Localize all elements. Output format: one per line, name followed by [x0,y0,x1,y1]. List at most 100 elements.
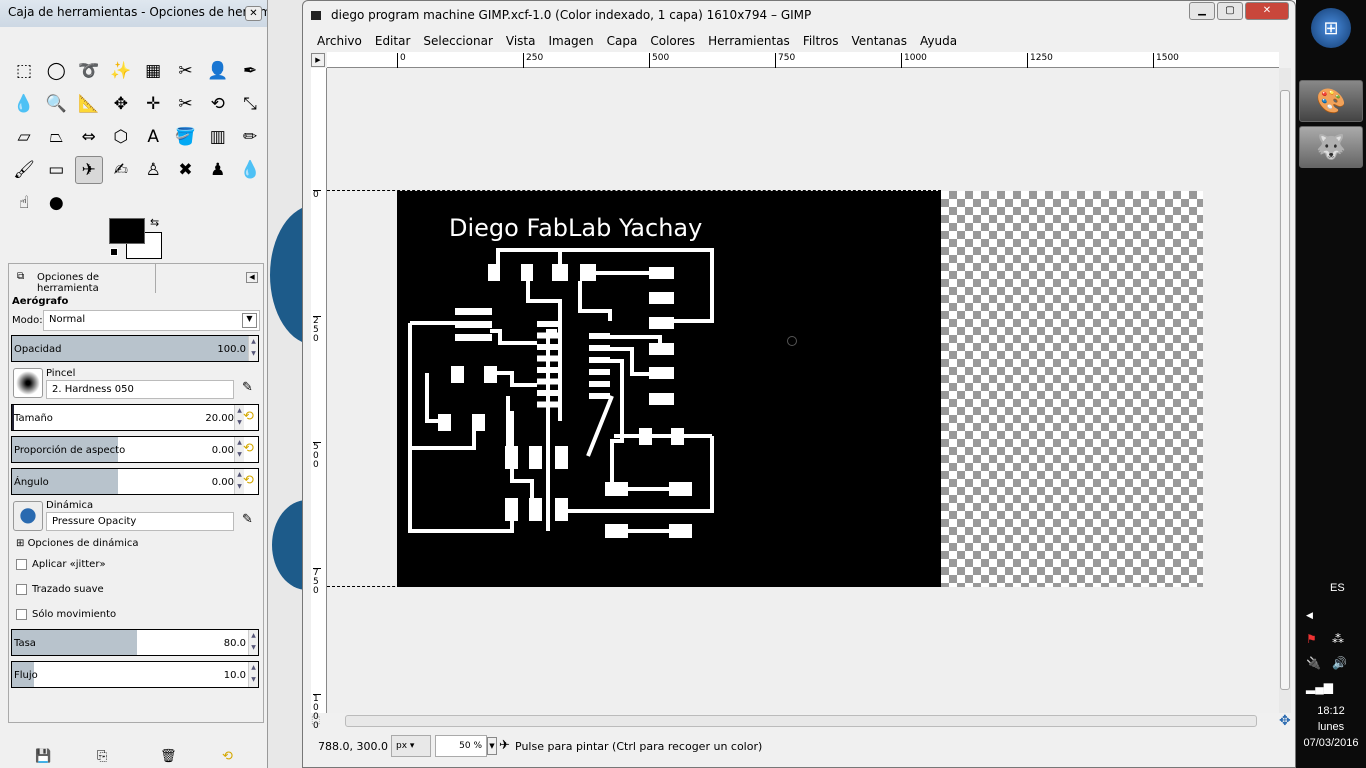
vertical-scrollbar[interactable] [1279,68,1291,713]
restore-options-icon[interactable]: ⎘ [97,749,107,764]
minimize-button[interactable]: ▁ [1189,2,1215,20]
save-options-icon[interactable]: 💾 [35,749,51,764]
foreground-color-swatch[interactable] [109,218,145,244]
tool-paths[interactable]: ✒ [236,57,264,85]
panel-menu-icon[interactable]: ◀ [246,272,258,283]
reset-icon[interactable]: ⟲ [243,474,257,488]
tool-scissors[interactable]: ✂ [172,57,200,85]
menu-editar[interactable]: Editar [369,32,418,51]
tool-blur-sharpen[interactable]: 💧 [236,156,264,184]
tool-ellipse-select[interactable]: ◯ [42,57,70,85]
reset-icon[interactable]: ⟲ [243,442,257,456]
spin-arrows[interactable]: ▲ ▼ [248,630,258,655]
quick-mask-icon[interactable]: ⬚ [311,715,320,726]
tool-rect-select[interactable]: ⬚ [10,57,38,85]
tool-crop[interactable]: ✂ [172,90,200,118]
jitter-checkbox[interactable] [16,559,27,570]
wifi-signal-icon[interactable]: ▂▄▆ [1306,680,1333,694]
tab-tool-options[interactable]: ⧉ Opciones de herramienta [8,263,156,294]
rate-slider[interactable]: Tasa 80.0 ▲ ▼ [11,629,259,656]
tool-pencil[interactable]: ✏ [236,123,264,151]
tool-ink[interactable]: ✍ [107,156,135,184]
menu-vista[interactable]: Vista [500,32,543,51]
tool-bucket-fill[interactable]: 🪣 [172,123,200,151]
default-colors-icon[interactable] [110,248,118,256]
taskbar-paint-button[interactable]: 🎨 [1299,80,1363,122]
tool-paintbrush[interactable]: 🖌 [10,156,38,184]
tool-free-select[interactable]: ➰ [75,57,103,85]
edit-dynamics-icon[interactable]: ✎ [242,512,253,527]
menu-imagen[interactable]: Imagen [542,32,600,51]
angle-slider[interactable]: Ángulo 0.00 ▲ ▼ [11,468,259,495]
action-center-icon[interactable]: ⚑ [1306,632,1317,646]
tool-heal[interactable]: ✖ [172,156,200,184]
spin-arrows[interactable]: ▲ ▼ [248,662,258,687]
tool-eraser[interactable]: ▭ [42,156,70,184]
menu-colores[interactable]: Colores [644,32,702,51]
show-hidden-icons[interactable]: ◀ [1306,610,1313,621]
brush-preview[interactable] [13,368,43,398]
tool-airbrush[interactable]: ✈ [74,156,103,184]
tool-blend[interactable]: ▥ [204,123,232,151]
menu-capa[interactable]: Capa [601,32,645,51]
menu-archivo[interactable]: Archivo [311,32,369,51]
tool-select-by-color[interactable]: ▦ [139,57,167,85]
tool-align[interactable]: ✛ [139,90,167,118]
navigate-icon[interactable]: ✥ [1279,713,1291,729]
power-icon[interactable]: 🔌 [1306,656,1321,670]
smooth-checkbox[interactable] [16,584,27,595]
mode-select[interactable]: Normal ▼ [43,310,260,331]
menu-ayuda[interactable]: Ayuda [914,32,964,51]
language-indicator[interactable]: ES [1330,582,1345,594]
maximize-button[interactable]: ▢ [1217,2,1243,20]
tool-perspective-clone[interactable]: ♟ [204,156,232,184]
tool-scale[interactable]: ⤡ [236,90,264,118]
opacity-slider[interactable]: Opacidad 100.0 ▲ ▼ [11,335,259,362]
network-sync-icon[interactable]: ⁂ [1332,632,1344,646]
tool-dodge-burn[interactable]: ● [42,189,70,217]
start-button[interactable]: ⊞ [1311,8,1351,48]
edit-brush-icon[interactable]: ✎ [242,380,253,395]
tool-color-picker[interactable]: 💧 [10,90,38,118]
swap-colors-icon[interactable]: ⇆ [150,216,159,229]
dynamics-options-expander[interactable]: ⊞ Opciones de dinámica [16,538,138,549]
chevron-down-icon[interactable]: ▼ [487,737,497,755]
tool-move[interactable]: ✥ [107,90,135,118]
tool-rotate[interactable]: ⟲ [204,90,232,118]
image-canvas[interactable]: Diego FabLab Yachay [327,68,1279,713]
horizontal-ruler[interactable]: 0 250 500 750 1000 1250 1500 [327,52,1279,68]
tool-flip[interactable]: ⇔ [75,123,103,151]
tool-clone[interactable]: ♙ [139,156,167,184]
volume-icon[interactable]: 🔊 [1332,656,1347,670]
menu-seleccionar[interactable]: Seleccionar [417,32,499,51]
taskbar-gimp-button[interactable]: 🐺 [1299,126,1363,168]
size-slider[interactable]: Tamaño 20.00 ▲ ▼ [11,404,259,431]
aspect-slider[interactable]: Proporción de aspecto 0.00 ▲ ▼ [11,436,259,463]
tool-foreground-select[interactable]: 👤 [204,57,232,85]
tool-zoom[interactable]: 🔍 [42,90,70,118]
menu-filtros[interactable]: Filtros [797,32,846,51]
menu-ventanas[interactable]: Ventanas [845,32,914,51]
reset-options-icon[interactable]: ⟲ [222,749,233,764]
tool-text[interactable]: A [139,123,167,151]
delete-options-icon[interactable]: 🗑 [160,749,177,764]
flow-slider[interactable]: Flujo 10.0 ▲ ▼ [11,661,259,688]
tool-perspective[interactable]: ⏢ [42,123,70,151]
clock[interactable]: 18:12 lunes 07/03/2016 [1296,703,1366,751]
reset-icon[interactable]: ⟲ [243,410,257,424]
horizontal-scrollbar[interactable] [345,715,1257,727]
tool-fuzzy-select[interactable]: ✨ [107,57,135,85]
spin-arrows[interactable]: ▲ ▼ [248,336,258,361]
dynamics-field[interactable]: Pressure Opacity [46,512,234,531]
brush-field[interactable]: 2. Hardness 050 [46,380,234,399]
tool-shear[interactable]: ▱ [10,123,38,151]
menu-arrow-icon[interactable]: ▶ [311,53,325,67]
close-button[interactable]: ✕ [245,6,262,21]
motion-only-checkbox[interactable] [16,609,27,620]
unit-select[interactable]: px ▾ [391,735,431,757]
menu-herramientas[interactable]: Herramientas [702,32,797,51]
vertical-ruler[interactable]: 0 250 500 750 1000 [311,68,327,731]
dynamics-icon[interactable]: ● [13,501,43,531]
tool-smudge[interactable]: ☝ [10,189,38,217]
tool-cage-transform[interactable]: ⬡ [107,123,135,151]
